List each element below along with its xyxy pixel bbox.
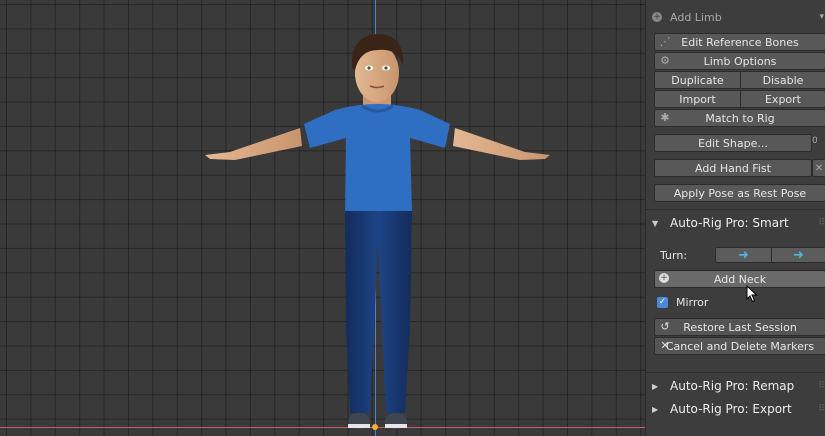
cancel-and-delete-markers-button[interactable]: ✕ Cancel and Delete Markers <box>654 337 825 355</box>
drag-grip-icon[interactable]: ⠿ <box>818 404 825 414</box>
edit-shape-label: Edit Shape... <box>698 136 768 150</box>
mirror-label: Mirror <box>676 296 709 309</box>
add-limb-row[interactable]: + Add Limb ▾ <box>652 8 825 26</box>
match-to-rig-label: Match to Rig <box>705 111 775 125</box>
import-button[interactable]: Import <box>654 90 741 108</box>
drag-grip-icon[interactable]: ⠿ <box>818 218 825 228</box>
origin-point <box>372 424 378 430</box>
apply-pose-as-rest-pose-button[interactable]: Apply Pose as Rest Pose <box>654 184 825 202</box>
add-limb-label: Add Limb <box>670 10 722 24</box>
history-icon: ↺ <box>660 320 670 333</box>
armature-icon: ✱ <box>660 111 670 124</box>
cancel-and-delete-markers-label: Cancel and Delete Markers <box>665 339 815 353</box>
remap-section-header[interactable]: ▶ Auto-Rig Pro: Remap ⠿ <box>646 375 825 397</box>
smart-section-title: Auto-Rig Pro: Smart <box>670 216 789 230</box>
3d-viewport[interactable] <box>0 0 645 436</box>
restore-last-session-label: Restore Last Session <box>683 320 797 334</box>
triangle-right-icon: ▶ <box>652 404 659 414</box>
add-hand-fist-label: Add Hand Fist <box>695 161 771 175</box>
triangle-right-icon: ▶ <box>652 381 659 391</box>
disable-button[interactable]: Disable <box>740 71 825 89</box>
smart-section-header[interactable]: ▼ Auto-Rig Pro: Smart ⠿ <box>646 212 825 234</box>
close-icon: ✕ <box>660 339 670 352</box>
triangle-down-icon: ▼ <box>652 218 659 228</box>
turn-right-button[interactable]: ➜ <box>771 247 825 263</box>
mouse-cursor-icon <box>746 285 758 303</box>
match-to-rig-button[interactable]: ✱ Match to Rig <box>654 109 825 127</box>
add-neck-label: Add Neck <box>713 272 767 286</box>
close-icon: ✕ <box>814 162 824 174</box>
properties-panel: + Add Limb ▾ ⋰ Edit Reference Bones ⚙ Li… <box>645 0 825 436</box>
turn-left-arrow-icon: ➜ <box>738 247 749 263</box>
bone-edit-icon: ⋰ <box>659 35 671 48</box>
turn-left-button[interactable]: ➜ <box>715 247 772 263</box>
export-section-title: Auto-Rig Pro: Export <box>670 402 792 416</box>
import-label: Import <box>679 92 716 106</box>
duplicate-button[interactable]: Duplicate <box>654 71 741 89</box>
disable-label: Disable <box>762 73 804 87</box>
drag-grip-icon[interactable]: ⠿ <box>818 381 825 391</box>
checkmark-icon: ✓ <box>658 297 667 307</box>
shape-extra-icon[interactable]: 0 <box>812 136 818 146</box>
add-hand-fist-button[interactable]: Add Hand Fist <box>654 159 812 177</box>
edit-shape-button[interactable]: Edit Shape... <box>654 134 812 152</box>
duplicate-label: Duplicate <box>671 73 724 87</box>
chevron-down-icon: ▾ <box>819 12 824 22</box>
turn-label: Turn: <box>660 249 688 262</box>
edit-reference-bones-label: Edit Reference Bones <box>681 35 799 49</box>
separator <box>646 209 825 210</box>
add-circle-icon: + <box>659 273 669 283</box>
limb-options-button[interactable]: ⚙ Limb Options <box>654 52 825 70</box>
remap-section-title: Auto-Rig Pro: Remap <box>670 379 795 393</box>
remove-hand-fist-button[interactable]: ✕ <box>812 159 825 177</box>
limb-options-label: Limb Options <box>703 54 777 68</box>
export-section-header[interactable]: ▶ Auto-Rig Pro: Export ⠿ <box>646 398 825 420</box>
mirror-checkbox[interactable]: ✓ <box>657 297 668 308</box>
export-label: Export <box>764 92 801 106</box>
restore-last-session-button[interactable]: ↺ Restore Last Session <box>654 318 825 336</box>
add-neck-button[interactable]: + Add Neck <box>654 270 825 288</box>
turn-right-arrow-icon: ➜ <box>793 247 804 263</box>
character-model[interactable] <box>200 28 555 433</box>
add-circle-icon: + <box>652 12 662 22</box>
export-button[interactable]: Export <box>740 90 825 108</box>
gear-icon: ⚙ <box>660 54 670 67</box>
separator <box>646 372 825 373</box>
apply-pose-as-rest-pose-label: Apply Pose as Rest Pose <box>673 186 807 200</box>
edit-reference-bones-button[interactable]: ⋰ Edit Reference Bones <box>654 33 825 51</box>
